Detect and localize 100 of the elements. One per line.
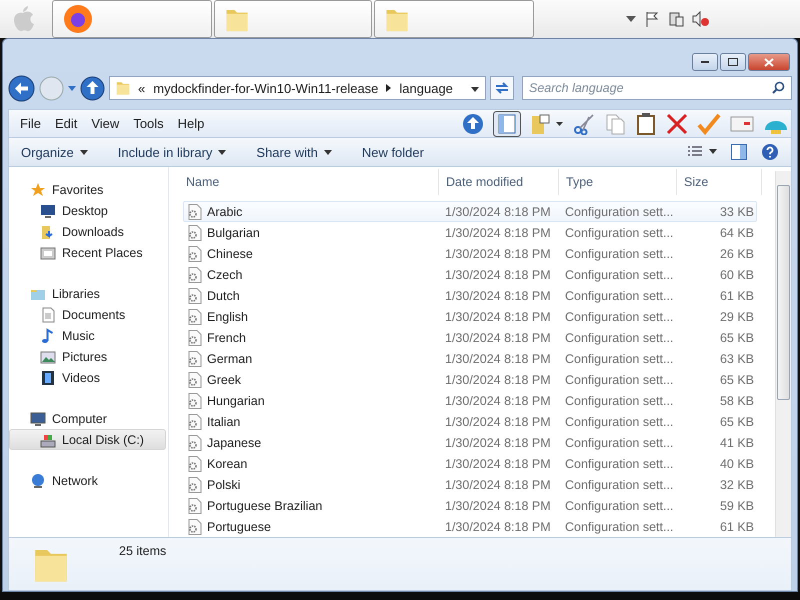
close-icon: [764, 58, 774, 66]
column-header[interactable]: Date modified: [439, 169, 559, 195]
clipboard-icon[interactable]: [635, 112, 657, 136]
checkmark-icon[interactable]: [697, 112, 721, 134]
search-field[interactable]: Search language: [522, 76, 792, 100]
file-name: Dutch: [207, 288, 240, 302]
settings-file-icon: [187, 308, 202, 324]
date-cell-text: 1/30/2024 8:18 PM: [444, 436, 552, 450]
settings-file-icon: [187, 392, 202, 408]
column-header[interactable]: Type: [559, 169, 677, 195]
command-button[interactable]: Organize: [21, 144, 102, 160]
help-icon[interactable]: [761, 143, 779, 161]
date-cell-text: 1/30/2024 8:18 PM: [444, 394, 552, 408]
column-header[interactable]: Name: [179, 169, 439, 195]
refresh-icon[interactable]: [490, 76, 514, 100]
settings-file-icon: [187, 414, 202, 430]
muted-speaker-icon[interactable]: [692, 11, 710, 27]
nav-item[interactable]: Music: [9, 325, 166, 346]
date-cell-text: 1/30/2024 8:18 PM: [444, 246, 552, 260]
address-bar[interactable]: « mydockfinder-for-Win10-Win11-release language: [109, 76, 486, 100]
nav-group-header[interactable]: Network: [9, 470, 166, 491]
network-globe-icon: [30, 472, 46, 488]
minimize-button[interactable]: [692, 53, 718, 71]
envelope-icon[interactable]: [730, 114, 754, 134]
menu-item[interactable]: Tools: [126, 116, 171, 131]
size-cell-text: 65 KB: [718, 414, 754, 428]
file-row[interactable]: Arabic 1/30/2024 8:18 PM Configuration sett... 33 KB: [183, 201, 757, 222]
nav-item[interactable]: Local Disk (C:): [9, 429, 166, 450]
close-button[interactable]: [748, 53, 790, 71]
type-cell-text: Configuration sett...: [564, 330, 674, 344]
file-row[interactable]: Italian 1/30/2024 8:18 PM Configuration sett... 65 KB: [183, 411, 757, 432]
recent-places-icon: [40, 244, 56, 260]
breadcrumb[interactable]: language: [399, 80, 453, 96]
scrollbar[interactable]: [775, 171, 791, 537]
settings-file-icon: [187, 246, 202, 262]
caret-icon[interactable]: [68, 86, 76, 90]
menu-item[interactable]: Help: [170, 116, 212, 131]
caret-icon[interactable]: [626, 16, 636, 22]
date-cell-text: 1/30/2024 8:18 PM: [444, 268, 552, 282]
maximize-button[interactable]: [720, 53, 746, 71]
file-row[interactable]: Hungarian 1/30/2024 8:18 PM Configuration sett... 58 KB: [183, 390, 757, 411]
network-icon[interactable]: [668, 11, 684, 27]
scroll-thumb[interactable]: [777, 185, 790, 400]
file-row[interactable]: French 1/30/2024 8:18 PM Configuration sett... 65 KB: [183, 327, 757, 348]
settings-file-icon: [187, 476, 202, 492]
command-button[interactable]: New folder: [362, 144, 438, 160]
file-row[interactable]: Czech 1/30/2024 8:18 PM Configuration sett... 60 KB: [183, 264, 757, 285]
folder-check-icon[interactable]: [530, 112, 564, 134]
nav-item[interactable]: Desktop: [9, 200, 166, 221]
nav-group-header[interactable]: Libraries: [9, 283, 166, 304]
taskbar-button[interactable]: [214, 0, 372, 38]
file-row[interactable]: Dutch 1/30/2024 8:18 PM Configuration sett... 61 KB: [183, 285, 757, 306]
nav-group-header[interactable]: Computer: [9, 408, 166, 429]
taskbar-button[interactable]: [52, 0, 212, 38]
menu-item[interactable]: Edit: [48, 116, 84, 131]
file-row[interactable]: Japanese 1/30/2024 8:18 PM Configuration sett... 41 KB: [183, 432, 757, 453]
panes-icon[interactable]: [493, 110, 521, 136]
file-row[interactable]: Greek 1/30/2024 8:18 PM Configuration sett... 65 KB: [183, 369, 757, 390]
browser-icon: [63, 4, 93, 34]
settings-file-icon: [187, 224, 202, 240]
delete-icon[interactable]: [666, 112, 688, 134]
back-button[interactable]: [8, 74, 35, 102]
settings-file-icon: [187, 518, 202, 534]
settings-file-icon: [187, 266, 202, 282]
column-header[interactable]: Size: [677, 169, 762, 195]
nav-item[interactable]: Pictures: [9, 346, 166, 367]
type-cell-text: Configuration sett...: [564, 436, 674, 450]
menu-item[interactable]: File: [13, 116, 48, 131]
up-button[interactable]: [80, 76, 105, 100]
file-row[interactable]: Chinese 1/30/2024 8:18 PM Configuration sett... 26 KB: [183, 243, 757, 264]
nav-item[interactable]: Videos: [9, 367, 166, 388]
file-row[interactable]: Portuguese 1/30/2024 8:18 PM Configuration sett... 61 KB: [183, 516, 757, 537]
date-cell-text: 1/30/2024 8:18 PM: [444, 310, 552, 324]
nav-item[interactable]: Documents: [9, 304, 166, 325]
preview-pane-icon[interactable]: [731, 144, 747, 160]
file-row[interactable]: Portuguese Brazilian 1/30/2024 8:18 PM Configuration sett... 59 KB: [183, 495, 757, 516]
scissors-icon[interactable]: [573, 112, 595, 134]
file-row[interactable]: Polski 1/30/2024 8:18 PM Configuration sett... 32 KB: [183, 474, 757, 495]
nav-item[interactable]: Recent Places: [9, 242, 166, 263]
breadcrumb[interactable]: mydockfinder-for-Win10-Win11-release: [153, 80, 378, 96]
type-cell-text: Configuration sett...: [564, 288, 674, 302]
date-cell-text: 1/30/2024 8:18 PM: [444, 226, 552, 240]
file-name: Portuguese: [207, 520, 271, 534]
file-row[interactable]: Korean 1/30/2024 8:18 PM Configuration sett... 40 KB: [183, 453, 757, 474]
nav-item[interactable]: Downloads: [9, 221, 166, 242]
flag-icon[interactable]: [644, 11, 660, 27]
file-row[interactable]: English 1/30/2024 8:18 PM Configuration sett... 29 KB: [183, 306, 757, 327]
taskbar-button[interactable]: [374, 0, 534, 38]
type-cell-text: Configuration sett...: [564, 394, 674, 408]
command-button[interactable]: Include in library: [118, 144, 240, 160]
type-cell-text: Configuration sett...: [564, 204, 674, 218]
settings-file-icon: [187, 372, 202, 388]
file-row[interactable]: German 1/30/2024 8:18 PM Configuration sett... 63 KB: [183, 348, 757, 369]
file-name: Hungarian: [207, 394, 265, 408]
command-button[interactable]: Share with: [256, 144, 346, 160]
nav-group-header[interactable]: Favorites: [9, 179, 166, 200]
path-overflow[interactable]: «: [138, 80, 146, 96]
file-row[interactable]: Bulgarian 1/30/2024 8:18 PM Configuration sett... 64 KB: [183, 222, 757, 243]
menu-item[interactable]: View: [84, 116, 126, 131]
view-options-icon[interactable]: [687, 145, 717, 159]
